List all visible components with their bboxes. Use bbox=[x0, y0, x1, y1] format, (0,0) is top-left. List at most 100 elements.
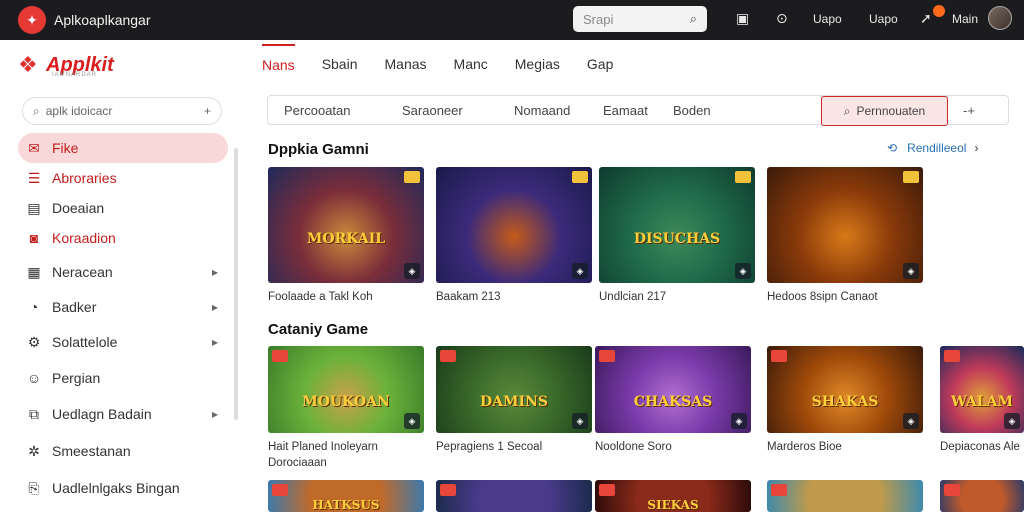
filter-search-active[interactable]: ⌕ Pernnouaten bbox=[821, 96, 948, 126]
sidebar-item-abroraries[interactable]: ☰ Abroraries bbox=[18, 163, 228, 193]
tab-manas[interactable]: Manas bbox=[385, 44, 427, 84]
user-icon: ☺ bbox=[26, 370, 42, 386]
sidebar-item-pergian[interactable]: ☺ Pergian bbox=[18, 363, 228, 393]
category-game-card[interactable]: WALAM ◈ Depiaconas Ale bbox=[940, 346, 1024, 455]
rating-badge bbox=[599, 350, 615, 362]
top-search-input[interactable]: Srapi ⌕ bbox=[573, 6, 707, 32]
game-caption[interactable]: Marderos Bioe bbox=[767, 439, 923, 455]
sidebar-item-doeaian[interactable]: ▤ Doeaian bbox=[18, 193, 228, 223]
avatar[interactable] bbox=[988, 6, 1012, 30]
category-game-card[interactable]: MOUKOAN ◈ Hait Planed Inoleyarn Dorociaaan bbox=[268, 346, 424, 471]
sidebar-item-fike[interactable]: ✉ Fike bbox=[18, 133, 228, 163]
game-thumbnail[interactable] bbox=[940, 480, 1024, 512]
sidebar-item-uadlelnlgaks[interactable]: ⎘ Uadlelnlgaks Bingan bbox=[18, 473, 228, 503]
chevron-right-icon: › bbox=[974, 141, 979, 155]
tab-nans[interactable]: Nans bbox=[262, 44, 295, 84]
rating-badge bbox=[272, 484, 288, 496]
tab-gap[interactable]: Gap bbox=[587, 44, 613, 84]
tab-manc[interactable]: Manc bbox=[454, 44, 488, 84]
game-thumbnail[interactable]: MORKAIL ◈ bbox=[268, 167, 424, 283]
rating-badge bbox=[771, 484, 787, 496]
brand-mark-icon: ❖ bbox=[18, 52, 38, 77]
game-thumbnail[interactable]: ◈ bbox=[436, 167, 592, 283]
sidebar-scrollbar[interactable] bbox=[234, 148, 238, 420]
plus-icon[interactable]: + bbox=[204, 104, 211, 118]
filter-5[interactable]: Boden bbox=[673, 103, 711, 118]
chevron-right-icon: ▸ bbox=[211, 265, 218, 279]
filter-more-button[interactable]: -+ bbox=[963, 103, 975, 118]
app-title: Aplkoaplkangar bbox=[54, 12, 151, 28]
notification-badge bbox=[933, 5, 945, 17]
game-caption[interactable]: Undlcian 217 bbox=[599, 289, 755, 305]
row3-game-card[interactable] bbox=[767, 480, 923, 512]
bookmark-icon[interactable]: ▣ bbox=[736, 10, 749, 27]
game-caption[interactable]: Nooldone Soro bbox=[595, 439, 751, 455]
game-caption[interactable]: Hait Planed Inoleyarn Dorociaaan bbox=[268, 439, 424, 471]
rating-badge bbox=[771, 350, 787, 362]
category-game-card[interactable]: SHAKAS ◈ Marderos Bioe bbox=[767, 346, 923, 455]
category-game-card[interactable]: CHAKSAS ◈ Nooldone Soro bbox=[595, 346, 751, 455]
row3-game-card[interactable] bbox=[940, 480, 1024, 512]
game-title-art: DISUCHAS bbox=[633, 231, 721, 247]
game-thumbnail[interactable]: ◈ bbox=[767, 167, 923, 283]
game-caption[interactable]: Hedoos 8sipn Canaot bbox=[767, 289, 923, 305]
game-title-art: HATKSUS bbox=[312, 498, 380, 512]
sidebar-search-input[interactable]: ⌕ aplk idoicacr + bbox=[22, 97, 222, 125]
search-icon: ⌕ bbox=[843, 103, 851, 118]
game-thumbnail[interactable] bbox=[436, 480, 592, 512]
game-thumbnail[interactable]: WALAM ◈ bbox=[940, 346, 1024, 433]
sidebar-item-badker[interactable]: ◔ Badker ▸ bbox=[18, 292, 228, 322]
platform-icon: ◈ bbox=[903, 413, 919, 429]
row3-game-card[interactable]: SIEKAS bbox=[595, 480, 751, 512]
game-thumbnail[interactable]: DAMINS ◈ bbox=[436, 346, 592, 433]
game-caption[interactable]: Foolaade a Takl Koh bbox=[268, 289, 424, 305]
top-link-3[interactable]: Main bbox=[952, 12, 978, 26]
see-all-link[interactable]: ⟲ Rendilleeol › bbox=[887, 141, 978, 155]
download-icon[interactable]: ⊙ bbox=[776, 10, 788, 27]
chevron-right-icon: ▸ bbox=[211, 335, 218, 349]
sidebar-item-koraadion[interactable]: ◙ Koraadion bbox=[18, 223, 228, 253]
category-game-card[interactable]: DAMINS ◈ Pepragiens 1 Secoal bbox=[436, 346, 592, 455]
game-thumbnail[interactable]: SHAKAS ◈ bbox=[767, 346, 923, 433]
platform-icon: ◈ bbox=[735, 263, 751, 279]
game-caption[interactable]: Depiaconas Ale bbox=[940, 439, 1024, 455]
game-thumbnail[interactable]: CHAKSAS ◈ bbox=[595, 346, 751, 433]
filter-2[interactable]: Saraoneer bbox=[402, 103, 463, 118]
sidebar-item-smeestanan[interactable]: ✲ Smeestanan bbox=[18, 436, 228, 466]
platform-icon: ◈ bbox=[404, 263, 420, 279]
chevron-right-icon: ▸ bbox=[211, 407, 218, 421]
game-thumbnail[interactable] bbox=[767, 480, 923, 512]
popular-game-card[interactable]: DISUCHAS ◈ Undlcian 217 bbox=[599, 167, 755, 305]
rating-badge bbox=[735, 171, 751, 183]
sidebar-item-solattelole[interactable]: ⚙ Solattelole ▸ bbox=[18, 327, 228, 357]
rating-badge bbox=[440, 350, 456, 362]
app-logo-icon[interactable]: ✦ bbox=[18, 6, 46, 34]
refresh-icon: ⟲ bbox=[887, 141, 898, 155]
game-thumbnail[interactable]: HATKSUS bbox=[268, 480, 424, 512]
row3-game-card[interactable] bbox=[436, 480, 592, 512]
top-bar: ✦ Aplkoaplkangar Srapi ⌕ ▣ ⊙ Uapo Uapo ➚… bbox=[0, 0, 1024, 40]
sidebar-item-neracean[interactable]: ▦ Neracean ▸ bbox=[18, 257, 228, 287]
row3-game-card[interactable]: HATKSUS bbox=[268, 480, 424, 512]
filter-4[interactable]: Eamaat bbox=[603, 103, 648, 118]
filter-3[interactable]: Nomaand bbox=[514, 103, 570, 118]
popular-game-card[interactable]: ◈ Baakam 213 bbox=[436, 167, 592, 305]
share-icon[interactable]: ➚ bbox=[920, 10, 932, 27]
game-caption[interactable]: Baakam 213 bbox=[436, 289, 592, 305]
brand-logo[interactable]: ❖ Applkit IAMNARDAR bbox=[18, 52, 114, 78]
game-title-art: SIEKAS bbox=[647, 498, 699, 512]
game-thumbnail[interactable]: DISUCHAS ◈ bbox=[599, 167, 755, 283]
popular-game-card[interactable]: MORKAIL ◈ Foolaade a Takl Koh bbox=[268, 167, 424, 305]
game-caption[interactable]: Pepragiens 1 Secoal bbox=[436, 439, 592, 455]
game-thumbnail[interactable]: MOUKOAN ◈ bbox=[268, 346, 424, 433]
sidebar-item-label: Solattelole bbox=[52, 334, 118, 350]
sidebar-item-uedlagn-badain[interactable]: ⧉ Uedlagn Badain ▸ bbox=[18, 399, 228, 429]
tab-megias[interactable]: Megias bbox=[515, 44, 560, 84]
top-link-1[interactable]: Uapo bbox=[813, 12, 842, 26]
top-link-2[interactable]: Uapo bbox=[869, 12, 898, 26]
popular-game-card[interactable]: ◈ Hedoos 8sipn Canaot bbox=[767, 167, 923, 305]
rating-badge bbox=[440, 484, 456, 496]
game-thumbnail[interactable]: SIEKAS bbox=[595, 480, 751, 512]
filter-1[interactable]: Percooatan bbox=[284, 103, 351, 118]
tab-sbain[interactable]: Sbain bbox=[322, 44, 358, 84]
